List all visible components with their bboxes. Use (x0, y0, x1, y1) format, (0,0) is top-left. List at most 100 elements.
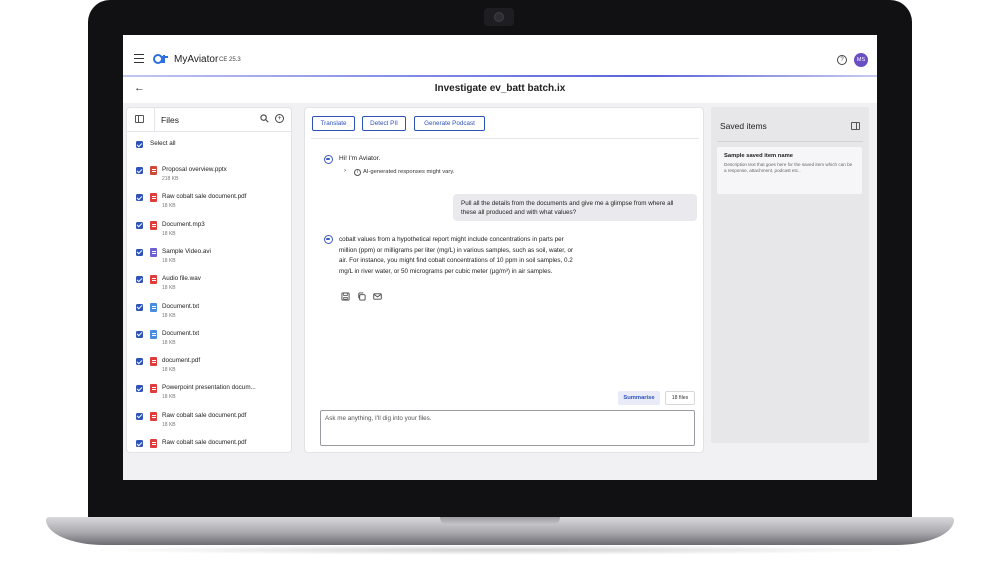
detect-pii-button[interactable]: Detect PII (362, 116, 406, 131)
app-version: CE 25.3 (219, 57, 241, 63)
header-accent-line (123, 75, 877, 77)
file-name: Powerpoint presentation docum... (162, 384, 256, 392)
file-checkbox[interactable] (136, 221, 143, 229)
file-size: 18 KB (162, 367, 176, 374)
search-icon[interactable] (260, 114, 269, 123)
app-name: MyAviator (174, 54, 219, 65)
saved-items-title: Saved items (720, 121, 767, 131)
ai-disclaimer: AI-generated responses might vary. (363, 169, 455, 175)
file-name: Document.txt (162, 329, 200, 337)
files-count-chip[interactable]: 18 files (665, 391, 695, 405)
file-list-item[interactable]: Raw cobalt sale document.pdf 18 KB (136, 192, 286, 214)
generate-podcast-button[interactable]: Generate Podcast (414, 116, 485, 131)
file-list-item[interactable]: Document.mp3 18 KB (136, 220, 286, 242)
video-file-icon (150, 247, 157, 257)
summarise-button[interactable]: Summarise (618, 391, 660, 405)
saved-item-title: Sample saved item name (724, 153, 793, 159)
user-message: Pull all the details from the documents … (453, 194, 697, 221)
chat-divider (311, 138, 699, 139)
file-name: Raw cobalt sale document.pdf (162, 193, 247, 201)
files-panel: Files + Select all Proposal overview.ppt… (126, 107, 292, 453)
expand-chevron-icon[interactable]: › (344, 168, 346, 174)
file-size: 218 KB (162, 176, 179, 182)
file-list-item[interactable]: Raw cobalt sale document.pdf 18 KB (136, 411, 286, 433)
file-checkbox[interactable] (136, 194, 143, 202)
help-icon[interactable]: ? (837, 55, 847, 65)
app-screen: MyAviator CE 25.3 ? MS ← Investigate ev_… (123, 35, 877, 480)
file-checkbox[interactable] (136, 412, 143, 420)
file-checkbox[interactable] (136, 330, 143, 338)
file-size: 18 KB (162, 285, 176, 292)
saved-divider (717, 141, 863, 142)
email-icon[interactable] (373, 292, 382, 301)
audio-file-icon (150, 220, 157, 230)
file-list-item[interactable]: Document.txt 18 KB (136, 302, 286, 324)
file-checkbox[interactable] (136, 385, 143, 393)
file-list-item[interactable]: Powerpoint presentation docum... 18 KB (136, 383, 286, 405)
file-size: 18 KB (162, 257, 176, 264)
files-panel-title: Files (161, 115, 179, 125)
file-size: 18 KB (162, 203, 176, 210)
file-list-item[interactable]: Sample Video.avi 18 KB (136, 247, 286, 269)
file-size: 18 KB (162, 421, 176, 428)
select-all-checkbox[interactable] (136, 141, 143, 148)
file-checkbox[interactable] (136, 276, 143, 284)
save-icon[interactable] (341, 292, 350, 301)
top-bar: MyAviator CE 25.3 ? MS (123, 35, 877, 75)
file-name: Raw cobalt sale document.pdf (162, 439, 247, 446)
file-list-item[interactable]: Proposal overview.pptx 218 KB (136, 165, 286, 187)
file-name: Raw cobalt sale document.pdf (162, 411, 247, 419)
pdf-file-icon (150, 193, 157, 203)
copy-icon[interactable] (357, 292, 366, 301)
laptop-base-notch (440, 517, 560, 525)
chat-panel: Translate Detect PII Generate Podcast Hi… (304, 107, 704, 453)
bot-response: cobalt values from a hypothetical report… (339, 236, 574, 275)
pdf-file-icon (150, 411, 157, 421)
file-checkbox[interactable] (136, 440, 143, 447)
translate-button[interactable]: Translate (312, 116, 355, 131)
saved-items-panel: Saved items Sample saved item name Descr… (711, 107, 869, 443)
aviator-bot-icon (324, 235, 333, 244)
file-list-item[interactable]: Document.txt 18 KB (136, 329, 286, 351)
pdf-file-icon (150, 439, 157, 448)
hamburger-menu-icon[interactable] (134, 54, 144, 63)
pptx-file-icon (150, 384, 157, 394)
workspace: Files + Select all Proposal overview.ppt… (123, 103, 877, 480)
chat-input[interactable]: Ask me anything, I'll dig into your file… (320, 410, 695, 446)
file-list-item[interactable]: Audio file.wav 18 KB (136, 274, 286, 296)
file-checkbox[interactable] (136, 167, 143, 174)
file-checkbox[interactable] (136, 358, 143, 366)
file-name: Proposal overview.pptx (162, 166, 227, 173)
pdf-file-icon (150, 357, 157, 367)
file-size: 18 KB (162, 230, 176, 237)
webcam-icon (484, 8, 514, 26)
header-divider (154, 108, 155, 132)
file-size: 18 KB (162, 339, 176, 346)
audio-file-icon (150, 275, 157, 285)
file-checkbox[interactable] (136, 303, 143, 311)
text-file-icon (150, 329, 157, 339)
collapse-panel-icon[interactable] (851, 122, 860, 130)
files-panel-header: Files + (127, 108, 291, 132)
pptx-file-icon (150, 166, 157, 175)
user-avatar[interactable]: MS (854, 53, 868, 67)
aviator-bot-icon (324, 155, 333, 164)
file-name: Document.mp3 (162, 220, 205, 228)
file-name: Sample Video.avi (162, 247, 211, 255)
file-name: document.pdf (162, 357, 201, 365)
select-all-label: Select all (150, 140, 176, 147)
saved-item-card[interactable]: Sample saved item name Description text … (717, 147, 862, 194)
saved-item-description: Description text that goes here for the … (724, 162, 853, 173)
file-list-item[interactable]: Raw cobalt sale document.pdf (136, 438, 286, 452)
file-list-item[interactable]: document.pdf 18 KB (136, 356, 286, 378)
page-title: Investigate ev_batt batch.ix (434, 83, 566, 94)
file-name: Document.txt (162, 302, 200, 310)
aviator-logo-icon (153, 54, 168, 64)
collapse-sidebar-icon[interactable] (135, 115, 144, 123)
laptop-shadow (90, 545, 910, 555)
file-size: 18 KB (162, 394, 176, 401)
info-icon: i (354, 169, 361, 176)
file-checkbox[interactable] (136, 248, 143, 256)
add-file-icon[interactable]: + (275, 114, 284, 123)
file-name: Audio file.wav (162, 275, 201, 283)
